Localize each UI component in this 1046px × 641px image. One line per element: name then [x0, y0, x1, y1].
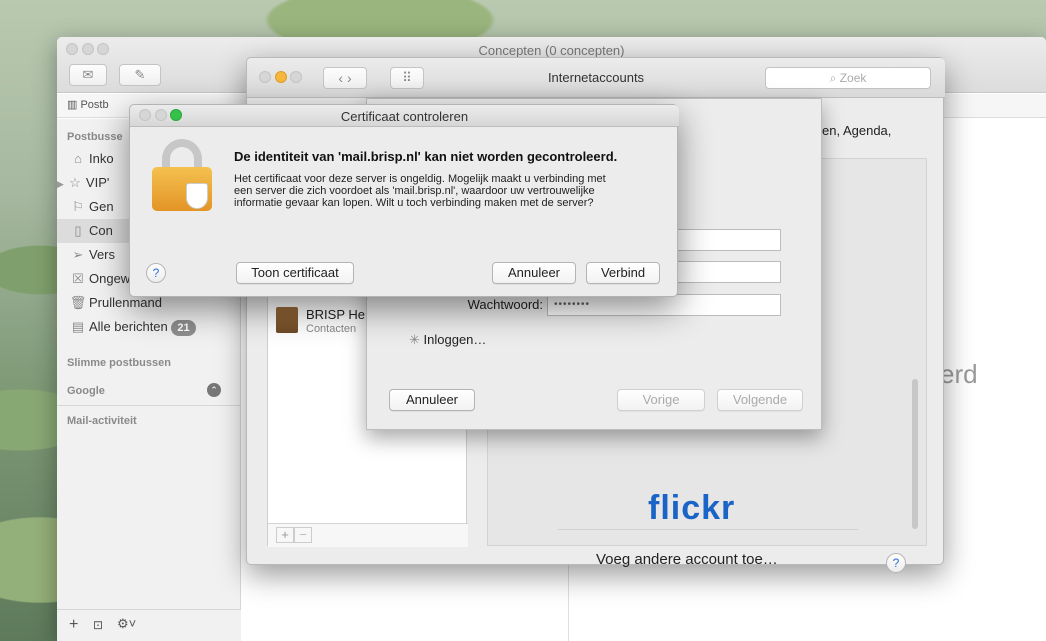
certificate-body: Het certificaat voor deze server is onge… [234, 173, 606, 209]
remove-account-button[interactable]: − [294, 527, 312, 543]
add-other-account-button[interactable]: Voeg andere account toe… [596, 551, 778, 568]
google-expand-icon[interactable]: ⌃ [207, 383, 221, 397]
contacts-app-icon [276, 307, 298, 333]
archive-icon: ▤ [71, 319, 85, 334]
ia-help-button[interactable]: ? [886, 553, 906, 573]
search-placeholder: Zoek [839, 71, 867, 85]
sidebar-item-label: VIP' [85, 175, 110, 190]
certificate-title: Certificaat controleren [340, 109, 469, 124]
star-icon: ☆ [69, 175, 81, 190]
certificate-titlebar: Certificaat controleren [130, 105, 679, 127]
login-status: ✳ Inloggen… [409, 332, 486, 348]
inbox-icon: ⌂ [74, 151, 82, 166]
sidebar-item-label: Prullenmand [89, 295, 162, 310]
show-certificate-button[interactable]: Toon certificaat [236, 262, 354, 284]
name-field[interactable] [675, 229, 781, 251]
mailboxes-tab-label: Postb [80, 99, 109, 111]
certificate-heading: De identiteit van 'mail.brisp.nl' kan ni… [234, 149, 618, 164]
body-line: informatie gevaar kan lopen. Wilt u toch… [234, 197, 594, 209]
sidebar-section-smart: Slimme postbussen [67, 357, 171, 369]
sent-icon: ➢ [72, 247, 84, 262]
junk-icon: ☒ [72, 271, 84, 286]
add-account-button[interactable]: + [276, 527, 294, 543]
shield-icon [186, 183, 208, 209]
sheet-cancel-button[interactable]: Annuleer [389, 389, 475, 411]
password-label: Wachtwoord: [467, 297, 543, 312]
body-line: een server die zich voordoet als 'mail.b… [234, 185, 595, 197]
sidebar-section-google[interactable]: Google [67, 385, 105, 397]
flickr-provider[interactable]: flickr [648, 489, 735, 528]
password-field[interactable]: •••••••• [547, 294, 781, 316]
spinner-icon: ✳ [409, 332, 420, 347]
sidebar-item-all-mail[interactable]: ▤ Alle berichten 21 [57, 315, 241, 339]
search-input[interactable]: ⌕ Zoek [765, 67, 931, 89]
envelope-icon: ✉ [82, 67, 94, 82]
sidebar-item-label: Gen [89, 199, 114, 214]
body-line: Het certificaat voor deze server is onge… [234, 173, 606, 185]
draft-icon: ▯ [74, 223, 82, 238]
lock-icon [152, 139, 212, 211]
account-name[interactable]: BRISP He [306, 307, 365, 322]
scrollbar[interactable] [912, 379, 918, 529]
get-mail-button[interactable]: ✉ [69, 64, 107, 86]
search-icon: ⌕ [829, 71, 837, 85]
trash-icon: 🗑 [69, 295, 87, 310]
gear-icon[interactable]: ⚙˅ [117, 616, 136, 632]
sidebar-section-postbussen: Postbusse [67, 131, 123, 143]
unread-badge: 21 [171, 320, 196, 336]
sidebar-section-activity: Mail-activiteit [67, 415, 137, 427]
mailboxes-toggle[interactable]: ▥ Postb [67, 98, 109, 111]
connect-button[interactable]: Verbind [586, 262, 660, 284]
show-mailbox-icon[interactable]: ⊡ [93, 618, 103, 632]
next-button[interactable]: Volgende [717, 389, 803, 411]
certificate-dialog: Certificaat controleren De identiteit va… [129, 104, 679, 297]
cert-cancel-button[interactable]: Annuleer [492, 262, 576, 284]
cert-help-button[interactable]: ? [146, 263, 166, 283]
message-placeholder-fragment: erd [940, 359, 978, 389]
compose-icon: ✎ [134, 67, 146, 82]
sidebar-item-label: Alle berichten [89, 319, 168, 334]
accounts-list-toolbar: + − [268, 523, 468, 547]
sidebar-item-label: Vers [89, 247, 116, 262]
login-status-text: Inloggen… [423, 332, 487, 347]
flag-icon: ⚐ [72, 199, 84, 214]
sidebar-bottom-bar: + ⊡ ⚙˅ [57, 609, 241, 641]
compose-button[interactable]: ✎ [119, 64, 161, 86]
ia-description-fragment: en, Agenda, [822, 123, 892, 138]
email-field[interactable] [675, 261, 781, 283]
mail-window-title: Concepten (0 concepten) [478, 43, 625, 58]
sidebar-item-label: Inko [89, 151, 114, 166]
internet-accounts-titlebar: ‹ › ⠿ Internetaccounts ⌕ Zoek [247, 58, 945, 98]
previous-button[interactable]: Vorige [617, 389, 705, 411]
sidebar-item-label: Con [89, 223, 113, 238]
sidebar-icon: ▥ [67, 99, 78, 111]
add-mailbox-button[interactable]: + [69, 616, 78, 634]
account-subtitle: Contacten [306, 323, 357, 335]
